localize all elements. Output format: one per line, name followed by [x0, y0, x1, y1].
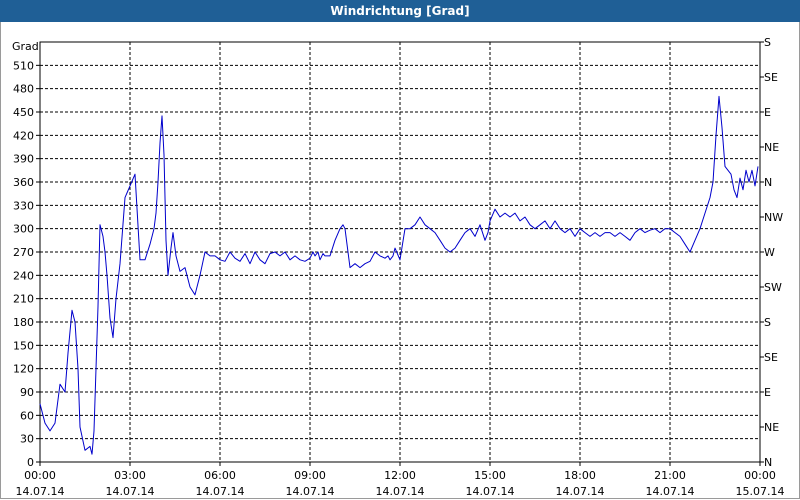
x-tick-time-label: 03:00: [114, 469, 146, 482]
y2-tick-label: SE: [764, 71, 778, 84]
y2-tick-label: E: [764, 106, 771, 119]
x-tick-time-label: 15:00: [474, 469, 506, 482]
y-axis-label: Grad: [12, 40, 39, 53]
x-tick-date-label: 14.07.14: [466, 485, 515, 498]
y-tick-label: 180: [13, 316, 34, 329]
x-tick-date-label: 14.07.14: [16, 485, 65, 498]
y-axis-ticks: 0 30 60 90 120 150 180 210 240 270 300 330 360 390 420…: [13, 59, 40, 469]
y-tick-label: 270: [13, 246, 34, 259]
y2-tick-label: NW: [764, 211, 783, 224]
y-tick-label: 120: [13, 363, 34, 376]
x-tick-time-label: 09:00: [294, 469, 326, 482]
x-tick-date-label: 14.07.14: [286, 485, 335, 498]
x-tick-date-label: 14.07.14: [106, 485, 155, 498]
x-tick-date-label: 14.07.14: [376, 485, 425, 498]
x-tick-date-label: 14.07.14: [646, 485, 695, 498]
y2-tick-label: SW: [764, 281, 782, 294]
y2-axis-ticks: N NE E SE S SW W NW N NE E SE S: [760, 36, 783, 469]
y2-tick-label: NE: [764, 421, 779, 434]
y-tick-label: 360: [13, 176, 34, 189]
x-tick-time-label: 00:00: [24, 469, 56, 482]
wind-direction-chart: Grad 0 30 60 90 120 150 180 210 240 270 300 330 360 3…: [12, 36, 785, 498]
x-tick-date-label: 14.07.14: [196, 485, 245, 498]
y2-tick-label: W: [764, 246, 775, 259]
y2-tick-label: SE: [764, 351, 778, 364]
x-tick-time-label: 06:00: [204, 469, 236, 482]
y-tick-label: 480: [13, 83, 34, 96]
y-tick-label: 30: [20, 433, 34, 446]
y-tick-label: 450: [13, 106, 34, 119]
x-tick-time-label: 21:00: [654, 469, 686, 482]
y-tick-label: 330: [13, 199, 34, 212]
x-tick-date-label: 14.07.14: [556, 485, 605, 498]
y2-tick-label: NE: [764, 141, 779, 154]
x-tick-time-label: 00:00: [744, 469, 776, 482]
y2-tick-label: E: [764, 386, 771, 399]
y2-tick-label: N: [764, 176, 772, 189]
y-tick-label: 60: [20, 409, 34, 422]
y-tick-label: 0: [27, 456, 34, 469]
y-tick-label: 90: [20, 386, 34, 399]
y-tick-label: 150: [13, 339, 34, 352]
x-tick-time-label: 18:00: [564, 469, 596, 482]
y-tick-label: 510: [13, 59, 34, 72]
x-axis-ticks: 00:00 14.07.14 03:00 14.07.14 06:00 14.07.14 0…: [16, 462, 785, 498]
y2-tick-label: S: [764, 36, 771, 49]
y-tick-label: 300: [13, 223, 34, 236]
y-tick-label: 420: [13, 129, 34, 142]
y-tick-label: 210: [13, 293, 34, 306]
x-tick-date-label: 15.07.14: [736, 485, 785, 498]
y-tick-label: 240: [13, 269, 34, 282]
y2-tick-label: N: [764, 456, 772, 469]
x-tick-time-label: 12:00: [384, 469, 416, 482]
y2-tick-label: S: [764, 316, 771, 329]
y-tick-label: 390: [13, 153, 34, 166]
